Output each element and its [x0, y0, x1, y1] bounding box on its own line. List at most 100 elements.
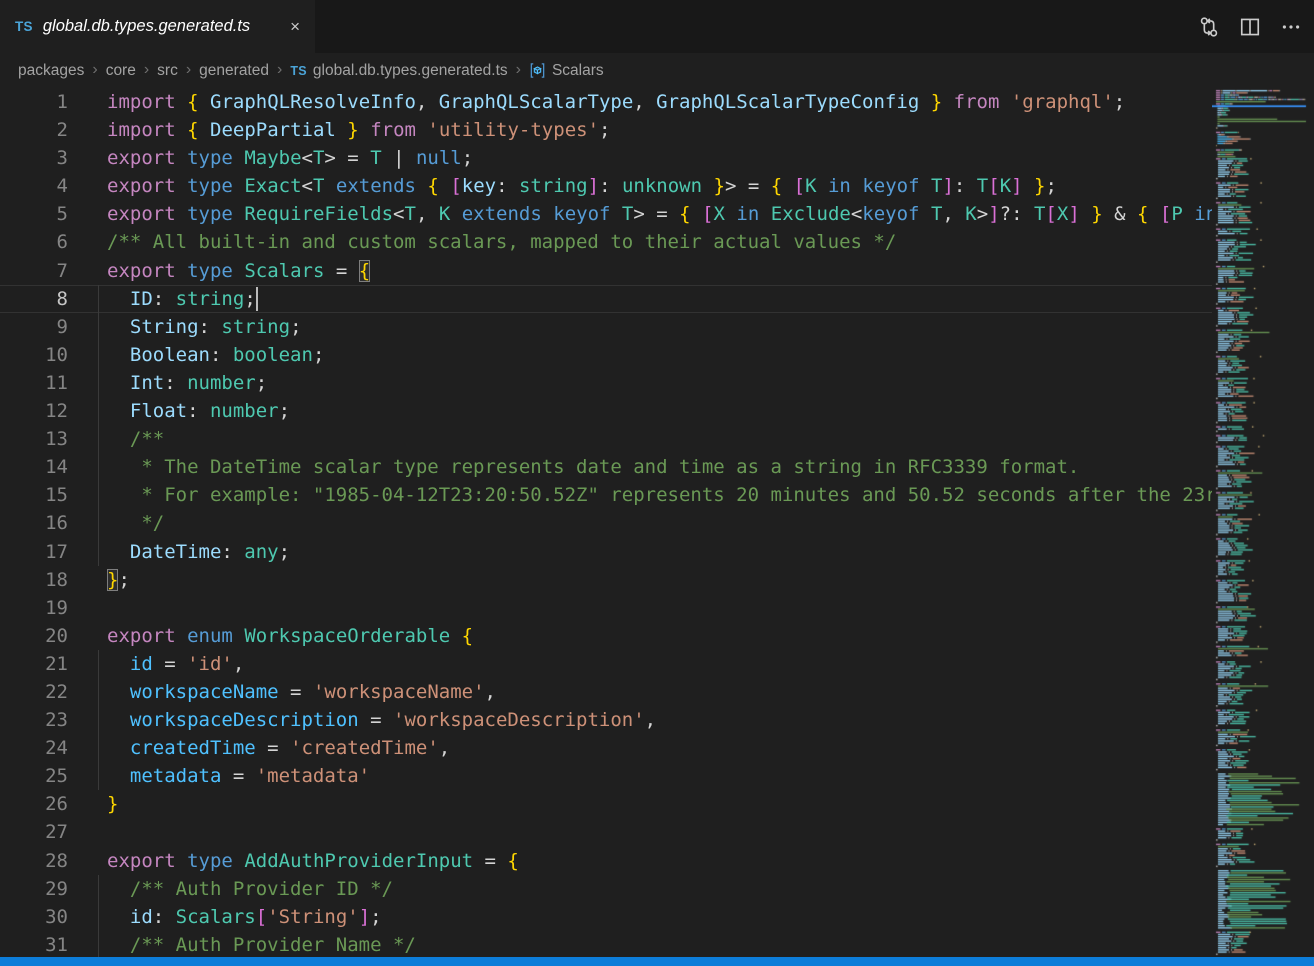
line-number[interactable]: 26 [0, 790, 68, 818]
tab-title: global.db.types.generated.ts [43, 17, 277, 36]
code-line-12[interactable]: 12 Float: number; [0, 397, 1212, 425]
indent-guide [98, 397, 99, 425]
line-number[interactable]: 29 [0, 875, 68, 903]
code-line-17[interactable]: 17 DateTime: any; [0, 538, 1212, 566]
code-line-4[interactable]: 4 export type Exact<T extends { [key: str… [0, 172, 1212, 200]
line-number[interactable]: 16 [0, 509, 68, 537]
breadcrumb-item-generated[interactable]: generated [199, 62, 269, 80]
close-tab-icon[interactable]: × [287, 15, 303, 38]
indent-guide [98, 509, 99, 537]
code-line-3[interactable]: 3 export type Maybe<T> = T | null; [0, 144, 1212, 172]
tab-global-db-types-generated[interactable]: TS global.db.types.generated.ts × [0, 0, 315, 53]
line-number[interactable]: 17 [0, 538, 68, 566]
code-line-22[interactable]: 22 workspaceName = 'workspaceName', [0, 678, 1212, 706]
code-line-2[interactable]: 2import { DeepPartial } from 'utility-ty… [0, 116, 1212, 144]
code-line-13[interactable]: 13 /** [0, 425, 1212, 453]
split-editor-icon[interactable] [1237, 14, 1263, 40]
indent-guide [98, 341, 99, 369]
tab-bar: TS global.db.types.generated.ts × [0, 0, 1314, 53]
line-number[interactable]: 9 [0, 313, 68, 341]
code-line-20[interactable]: 20export enum WorkspaceOrderable { [0, 622, 1212, 650]
indent-guide [98, 538, 99, 566]
vscode-window: TS global.db.types.generated.ts × [0, 0, 1314, 966]
code-line-18[interactable]: 18}; [0, 566, 1212, 594]
line-number[interactable]: 3 [0, 144, 68, 172]
line-number[interactable]: 21 [0, 650, 68, 678]
code-line-1[interactable]: 1import { GraphQLResolveInfo, GraphQLSca… [0, 88, 1212, 116]
line-number[interactable]: 11 [0, 369, 68, 397]
line-number[interactable]: 25 [0, 762, 68, 790]
code-line-21[interactable]: 21 id = 'id', [0, 650, 1212, 678]
line-number[interactable]: 10 [0, 341, 68, 369]
line-number[interactable]: 14 [0, 453, 68, 481]
line-number[interactable]: 6 [0, 228, 68, 256]
code-line-7[interactable]: 7 export type Scalars = { [0, 257, 1212, 285]
line-number[interactable]: 30 [0, 903, 68, 931]
code-text: * For example: "1985-04-12T23:20:50.52Z"… [107, 481, 1212, 509]
code-line-14[interactable]: 14 * The DateTime scalar type represents… [0, 453, 1212, 481]
line-number[interactable]: 1 [0, 88, 68, 116]
line-number[interactable]: 23 [0, 706, 68, 734]
code-line-23[interactable]: 23 workspaceDescription = 'workspaceDesc… [0, 706, 1212, 734]
indent-guide [98, 734, 99, 762]
code-text: export type Exact<T extends { [key: stri… [107, 172, 1057, 200]
code-text: */ [107, 509, 164, 537]
code-line-30[interactable]: 30 id: Scalars['String']; [0, 903, 1212, 931]
minimap[interactable] [1212, 88, 1314, 957]
breadcrumb-item-symbol[interactable]: Scalars [529, 62, 604, 80]
code-line-15[interactable]: 15 * For example: "1985-04-12T23:20:50.5… [0, 481, 1212, 509]
line-number[interactable]: 24 [0, 734, 68, 762]
line-number[interactable]: 31 [0, 931, 68, 957]
line-number[interactable]: 19 [0, 594, 68, 622]
code-line-28[interactable]: 28export type AddAuthProviderInput = { [0, 847, 1212, 875]
line-number[interactable]: 20 [0, 622, 68, 650]
code-line-27[interactable]: 27 [0, 818, 1212, 846]
code-line-19[interactable]: 19 [0, 594, 1212, 622]
line-number[interactable]: 7 [0, 257, 68, 285]
code-line-6[interactable]: 6/** All built-in and custom scalars, ma… [0, 228, 1212, 256]
breadcrumb-item-packages[interactable]: packages [18, 62, 84, 80]
line-number[interactable]: 5 [0, 200, 68, 228]
code-text: export type Scalars = { [107, 257, 370, 285]
line-number[interactable]: 28 [0, 847, 68, 875]
code-text: } [107, 790, 118, 818]
line-number[interactable]: 8 [0, 285, 68, 313]
breadcrumb-separator: › [277, 62, 282, 78]
code-line-11[interactable]: 11 Int: number; [0, 369, 1212, 397]
code-text: export type Maybe<T> = T | null; [107, 144, 473, 172]
indent-guide [98, 481, 99, 509]
code-line-26[interactable]: 26} [0, 790, 1212, 818]
code-line-16[interactable]: 16 */ [0, 509, 1212, 537]
editor-group: 1import { GraphQLResolveInfo, GraphQLSca… [0, 88, 1314, 957]
code-line-5[interactable]: 5export type RequireFields<T, K extends … [0, 200, 1212, 228]
more-actions-icon[interactable] [1278, 14, 1304, 40]
code-text: ID: string; [107, 285, 256, 313]
indent-guide [98, 875, 99, 903]
indent-guide [98, 903, 99, 931]
line-number[interactable]: 18 [0, 566, 68, 594]
code-line-10[interactable]: 10 Boolean: boolean; [0, 341, 1212, 369]
code-line-8[interactable]: 8 ID: string; [0, 285, 1212, 313]
line-number[interactable]: 4 [0, 172, 68, 200]
breadcrumb-item-src[interactable]: src [157, 62, 178, 80]
code-line-25[interactable]: 25 metadata = 'metadata' [0, 762, 1212, 790]
text-cursor [256, 287, 258, 311]
open-changes-icon[interactable] [1196, 14, 1222, 40]
code-line-9[interactable]: 9 String: string; [0, 313, 1212, 341]
code-text: workspaceName = 'workspaceName', [107, 678, 496, 706]
line-number[interactable]: 2 [0, 116, 68, 144]
line-number[interactable]: 22 [0, 678, 68, 706]
code-line-29[interactable]: 29 /** Auth Provider ID */ [0, 875, 1212, 903]
line-number[interactable]: 27 [0, 818, 68, 846]
breadcrumb-item-core[interactable]: core [106, 62, 136, 80]
line-number[interactable]: 15 [0, 481, 68, 509]
code-line-24[interactable]: 24 createdTime = 'createdTime', [0, 734, 1212, 762]
status-bar[interactable] [0, 957, 1314, 966]
line-number[interactable]: 12 [0, 397, 68, 425]
breadcrumb-item-file[interactable]: TSglobal.db.types.generated.ts [290, 62, 507, 80]
line-number[interactable]: 13 [0, 425, 68, 453]
code-line-31[interactable]: 31 /** Auth Provider Name */ [0, 931, 1212, 957]
code-editor[interactable]: 1import { GraphQLResolveInfo, GraphQLSca… [0, 88, 1212, 957]
code-text: createdTime = 'createdTime', [107, 734, 450, 762]
indent-guide [98, 931, 99, 957]
